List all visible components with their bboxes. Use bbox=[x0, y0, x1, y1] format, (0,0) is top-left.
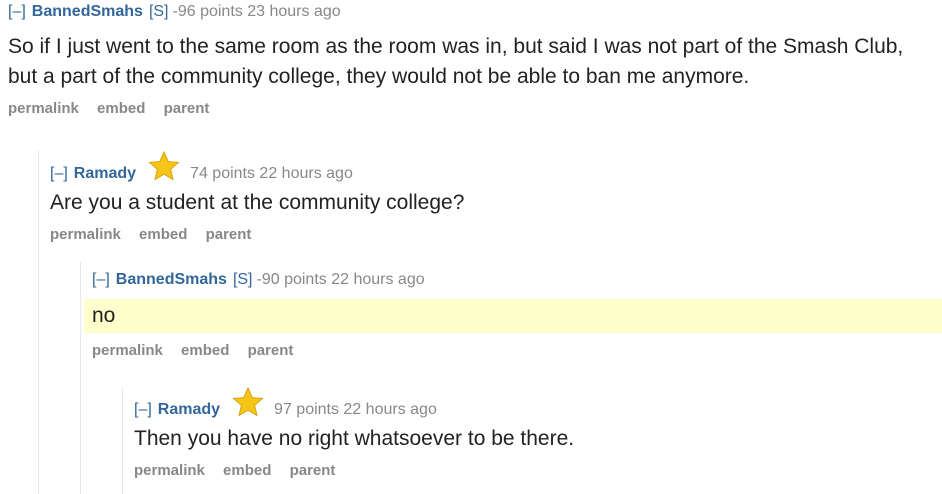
thread-line-2 bbox=[80, 262, 81, 494]
comment-body: no bbox=[84, 299, 942, 333]
comment-buttons: permalink embed parent bbox=[8, 100, 938, 117]
permalink-button[interactable]: permalink bbox=[92, 342, 163, 359]
comment-body: Then you have no right whatsoever to be … bbox=[134, 427, 575, 450]
embed-button[interactable]: embed bbox=[97, 100, 145, 117]
comment-tagline: [–] BannedSmahs [S] -90 points 22 hours ago bbox=[92, 268, 942, 292]
comment-2: [–] Ramady 74 points 22 hours ago Are you… bbox=[50, 150, 930, 243]
parent-button[interactable]: parent bbox=[290, 462, 336, 479]
embed-button[interactable]: embed bbox=[181, 342, 229, 359]
author-link[interactable]: BannedSmahs bbox=[116, 271, 227, 288]
comment-3: [–] BannedSmahs [S] -90 points 22 hours ago… bbox=[84, 268, 942, 359]
comment-buttons: permalink embed parent bbox=[134, 462, 934, 479]
parent-button[interactable]: parent bbox=[206, 226, 252, 243]
gold-star-icon[interactable] bbox=[232, 386, 264, 418]
comment-4: [–] Ramady 97 points 22 hours ago Then yo… bbox=[134, 386, 934, 479]
submitter-badge[interactable]: [S] bbox=[149, 3, 169, 20]
comment-meta: -90 points 22 hours ago bbox=[256, 271, 425, 288]
collapse-toggle[interactable]: [–] bbox=[134, 401, 152, 418]
embed-button[interactable]: embed bbox=[139, 226, 187, 243]
permalink-button[interactable]: permalink bbox=[50, 226, 121, 243]
permalink-button[interactable]: permalink bbox=[134, 462, 205, 479]
comment-meta: -96 points 23 hours ago bbox=[172, 3, 341, 20]
gold-star-icon[interactable] bbox=[148, 150, 180, 182]
author-link[interactable]: Ramady bbox=[158, 401, 220, 418]
embed-button[interactable]: embed bbox=[223, 462, 271, 479]
comment-tagline: [–] Ramady 74 points 22 hours ago bbox=[50, 150, 930, 183]
collapse-toggle[interactable]: [–] bbox=[92, 271, 110, 288]
parent-button[interactable]: parent bbox=[164, 100, 210, 117]
comment-meta: 74 points 22 hours ago bbox=[190, 165, 353, 183]
submitter-badge[interactable]: [S] bbox=[233, 271, 253, 288]
thread-line-3 bbox=[122, 388, 123, 494]
comment-1: [–] BannedSmahs [S] -96 points 23 hours ago… bbox=[8, 0, 938, 117]
comment-meta: 97 points 22 hours ago bbox=[274, 401, 437, 419]
comment-buttons: permalink embed parent bbox=[92, 342, 942, 359]
parent-button[interactable]: parent bbox=[248, 342, 294, 359]
comment-body: So if I just went to the same room as th… bbox=[8, 35, 904, 88]
comment-tagline: [–] Ramady 97 points 22 hours ago bbox=[134, 386, 934, 419]
comment-body: Are you a student at the community colle… bbox=[50, 191, 465, 214]
comment-buttons: permalink embed parent bbox=[50, 226, 930, 243]
collapse-toggle[interactable]: [–] bbox=[50, 165, 68, 182]
collapse-toggle[interactable]: [–] bbox=[8, 3, 26, 20]
comment-tagline: [–] BannedSmahs [S] -96 points 23 hours ago bbox=[8, 0, 938, 24]
author-link[interactable]: Ramady bbox=[74, 165, 136, 182]
permalink-button[interactable]: permalink bbox=[8, 100, 79, 117]
thread-line-1 bbox=[38, 150, 39, 494]
author-link[interactable]: BannedSmahs bbox=[32, 3, 143, 20]
